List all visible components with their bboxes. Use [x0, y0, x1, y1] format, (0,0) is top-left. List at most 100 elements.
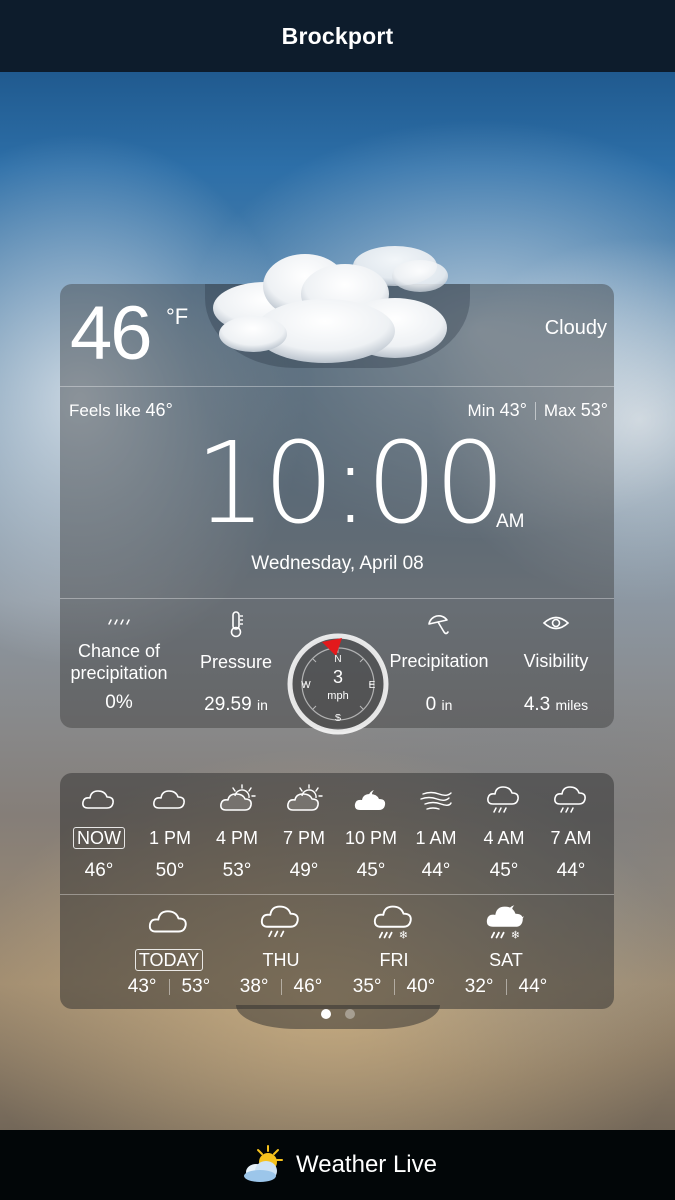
daily-day: THU	[262, 950, 300, 970]
daily-item[interactable]: TODAY 43° 53°	[114, 902, 224, 998]
visibility: Visibility 4.3 miles	[506, 612, 606, 715]
temperature-unit: °F	[166, 304, 189, 329]
sun-cloud-icon	[271, 782, 337, 818]
precipitation-unit: in	[441, 697, 453, 713]
compass-e: E	[369, 680, 376, 691]
app-footer: Weather Live	[0, 1130, 675, 1200]
app-name: Weather Live	[296, 1151, 437, 1178]
sleet-cloud-icon: ❄	[339, 902, 449, 942]
precipitation-label: Precipitation	[389, 651, 489, 671]
svg-text:❄: ❄	[399, 930, 408, 941]
card-divider-top	[60, 386, 614, 387]
clock-time: 10:00	[195, 419, 506, 549]
daily-day: TODAY	[134, 949, 204, 971]
hourly-time: 7 PM	[282, 828, 325, 848]
precipitation: Precipitation 0 in	[382, 612, 496, 715]
chance-label-line2: precipitation	[70, 663, 168, 683]
condition-text: Cloudy	[544, 317, 607, 339]
min-max: Min 43° Max 53°	[468, 400, 608, 421]
chance-label-line1: Chance of	[77, 641, 161, 661]
daily-low: 38°	[239, 976, 269, 997]
sleet-night-cloud-icon: ❄	[451, 902, 561, 942]
hourly-time: 10 PM	[344, 828, 398, 848]
hourly-item[interactable]: 7 AM 44°	[538, 782, 604, 882]
page-dot[interactable]	[344, 1009, 355, 1019]
daily-temp-separator	[280, 979, 282, 995]
hourly-time: 1 AM	[415, 828, 457, 848]
daily-temp-separator	[393, 979, 395, 995]
cloud-icon	[137, 782, 203, 818]
hourly-temp: 45°	[356, 860, 386, 881]
hourly-temp: 46°	[84, 860, 114, 881]
wind-speed: 3	[333, 667, 343, 687]
visibility-value: 4.3	[523, 694, 551, 715]
compass-w: W	[301, 680, 311, 691]
hourly-item[interactable]: 7 PM 49°	[271, 782, 337, 882]
wind-compass: N E S W 3 mph	[287, 633, 389, 735]
hourly-item[interactable]: 1 AM 44°	[403, 782, 469, 882]
cloudy-condition-icon	[213, 246, 448, 363]
min-value: 43°	[499, 400, 527, 420]
daily-high: 44°	[518, 976, 548, 997]
thermometer-icon	[230, 611, 243, 638]
min-label: Min	[467, 401, 495, 420]
wind-icon	[403, 782, 469, 818]
daily-item[interactable]: ❄ SAT 32° 44°	[451, 902, 561, 998]
hourly-item[interactable]: NOW 46°	[66, 782, 132, 882]
hourly-item[interactable]: 4 PM 53°	[204, 782, 270, 882]
page-indicator[interactable]	[0, 1009, 675, 1019]
daily-day: FRI	[379, 950, 409, 970]
daily-low: 35°	[352, 976, 382, 997]
pressure-unit: in	[256, 697, 268, 713]
max-value: 53°	[580, 400, 608, 420]
app-header: Brockport	[0, 0, 675, 72]
daily-high: 46°	[293, 976, 323, 997]
rain-cloud-icon	[538, 782, 604, 818]
pressure-value: 29.59	[204, 694, 252, 715]
hourly-temp: 45°	[489, 860, 519, 881]
page-dot-active[interactable]	[320, 1009, 331, 1019]
forecast-divider	[60, 894, 614, 895]
hourly-item[interactable]: 1 PM 50°	[137, 782, 203, 882]
wind-unit: mph	[327, 690, 348, 702]
hourly-time: 4 PM	[215, 828, 258, 848]
compass-n: N	[334, 654, 341, 665]
daily-item[interactable]: THU 38° 46°	[226, 902, 336, 998]
hourly-time: 7 AM	[550, 828, 592, 848]
max-label: Max	[543, 401, 577, 420]
cloud-icon	[66, 782, 132, 818]
daily-low: 43°	[127, 976, 157, 997]
chance-of-precipitation: Chance of precipitation 0%	[62, 614, 176, 713]
hourly-temp: 49°	[289, 860, 319, 881]
svg-text:❄: ❄	[511, 930, 520, 941]
hourly-item[interactable]: 4 AM 45°	[471, 782, 537, 882]
hourly-temp: 44°	[556, 860, 586, 881]
hourly-time: 4 AM	[483, 828, 525, 848]
feels-like-value: 46°	[145, 400, 173, 420]
rain-dashes-icon	[108, 619, 130, 625]
daily-temp-separator	[168, 979, 170, 995]
night-cloud-icon	[338, 782, 404, 818]
precipitation-value: 0	[425, 694, 437, 715]
feels-like: Feels like 46°	[69, 400, 173, 421]
hourly-item[interactable]: 10 PM 45°	[338, 782, 404, 882]
pressure-reading: 29.59 in	[186, 694, 286, 716]
compass-s: S	[335, 713, 342, 724]
visibility-unit: miles	[555, 697, 589, 713]
daily-high: 53°	[181, 976, 211, 997]
sun-cloud-icon	[204, 782, 270, 818]
hourly-temp: 53°	[222, 860, 252, 881]
current-temperature: 46	[70, 291, 153, 376]
location-title[interactable]: Brockport	[282, 23, 394, 50]
rain-cloud-icon	[471, 782, 537, 818]
cloud-icon	[114, 902, 224, 942]
pressure-label: Pressure	[199, 652, 273, 672]
visibility-label: Visibility	[523, 651, 589, 671]
pressure: Pressure 29.59 in	[186, 610, 286, 715]
visibility-reading: 4.3 miles	[506, 694, 606, 716]
hourly-temp: 50°	[155, 860, 185, 881]
min-max-separator	[534, 401, 536, 420]
chance-value: 0%	[105, 692, 133, 713]
daily-item[interactable]: ❄ FRI 35° 40°	[339, 902, 449, 998]
rain-cloud-icon	[226, 902, 336, 942]
